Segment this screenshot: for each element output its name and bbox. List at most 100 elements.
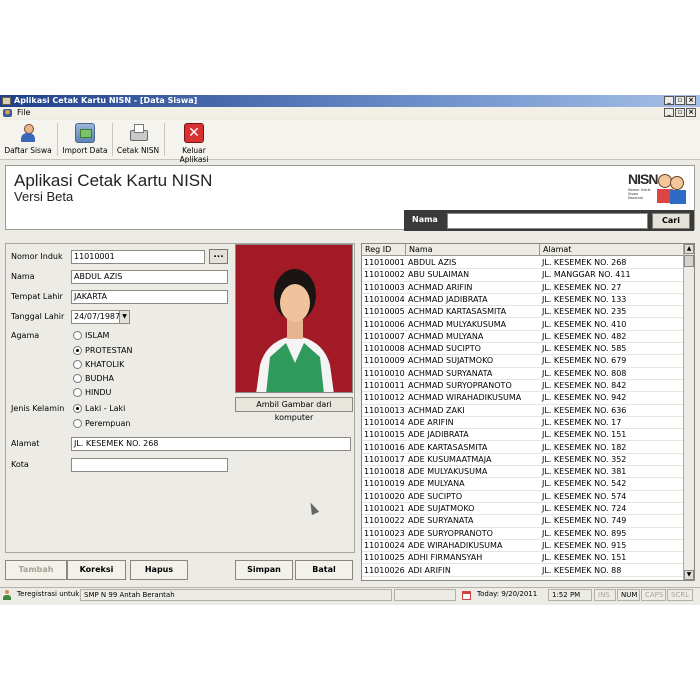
import-data-label: Import Data: [62, 146, 108, 155]
cell-nama: ADE KUSUMAATMAJA: [408, 454, 492, 464]
cell-alamat: JL. KESEMEK NO. 542: [542, 479, 627, 489]
photo-upload-button[interactable]: Ambil Gambar dari komputer: [235, 397, 353, 422]
toolbar: Daftar Siswa Import Data Cetak NISN ✕ Ke…: [0, 120, 700, 164]
child-close-button[interactable]: ×: [686, 108, 696, 117]
cell-alamat: JL. KESEMEK NO. 842: [542, 381, 627, 390]
keluar-aplikasi-button[interactable]: ✕ Keluar Aplikasi: [168, 122, 220, 164]
table-row[interactable]: 11010005 ACHMAD KARTASASMITA JL. KESEMEK N…: [362, 306, 684, 319]
table-row[interactable]: 11010020 ADE SUCIPTO JL. KESEMEK NO. 574: [362, 491, 684, 503]
column-header-alamat[interactable]: Alamat: [540, 244, 684, 256]
table-row[interactable]: 11010013 ACHMAD ZAKI JL. KESEMEK NO. 636: [362, 405, 684, 417]
cell-reg-id: 11010010: [364, 368, 405, 378]
cetak-nisn-label: Cetak NISN: [116, 146, 160, 155]
cell-nama: ACHMAD MULYAKUSUMA: [408, 319, 507, 329]
menu-bar: File _ ▫ ×: [0, 107, 700, 119]
cell-alamat: JL. KESEMEK NO. 574: [542, 491, 627, 501]
menu-file[interactable]: File: [17, 107, 30, 119]
table-row[interactable]: 11010001 ABDUL AZIS JL. KESEMEK NO. 268: [362, 257, 684, 270]
table-row[interactable]: 11010023 ADE SURYOPRANOTO JL. KESEMEK NO. …: [362, 528, 684, 540]
status-bar: Teregistrasi untuk : SMP N 99 Antah Bera…: [0, 587, 700, 601]
agama-label: Agama: [11, 331, 40, 340]
kota-label: Kota: [11, 460, 29, 469]
radio-khatolik[interactable]: KHATOLIK: [73, 360, 124, 369]
radio-perempuan[interactable]: Perempuan: [73, 419, 130, 428]
cell-nama: ACHMAD ZAKI: [408, 405, 465, 415]
table-row[interactable]: 11010002 ABU SULAIMAN JL. MANGGAR NO. 411: [362, 269, 684, 282]
search-button[interactable]: Cari: [652, 213, 690, 229]
table-row[interactable]: 11010009 ACHMAD SUJATMOKO JL. KESEMEK NO. …: [362, 355, 684, 368]
nomor-induk-field[interactable]: 11010001: [71, 250, 205, 264]
cell-alamat: JL. KESEMEK NO. 585: [542, 344, 627, 354]
user-icon: [18, 123, 38, 143]
nama-field[interactable]: ABDUL AZIS: [71, 270, 228, 284]
header-panel: Aplikasi Cetak Kartu NISN Versi Beta NIS…: [5, 165, 695, 231]
cell-nama: ACHMAD WIRAHADIKUSUMA: [408, 393, 522, 403]
cell-nama: ADE ARIFIN: [408, 417, 454, 427]
minimize-button[interactable]: _: [664, 96, 674, 105]
radio-laki-laki[interactable]: Laki - Laki: [73, 404, 125, 413]
window-controls: _ ▫ ×: [664, 96, 696, 105]
chevron-down-icon[interactable]: ▼: [119, 311, 129, 323]
restore-button[interactable]: ▫: [675, 96, 685, 105]
cell-alamat: JL. KESEMEK NO. 151: [542, 553, 627, 563]
child-minimize-button[interactable]: _: [664, 108, 674, 117]
table-row[interactable]: 11010016 ADE KARTASASMITA JL. KESEMEK NO. …: [362, 442, 684, 454]
cell-reg-id: 11010019: [364, 479, 405, 489]
child-restore-button[interactable]: ▫: [675, 108, 685, 117]
table-row[interactable]: 11010006 ACHMAD MULYAKUSUMA JL. KESEMEK NO…: [362, 319, 684, 331]
window-title: Aplikasi Cetak Kartu NISN - [Data Siswa]: [14, 96, 198, 105]
table-row[interactable]: 11010012 ACHMAD WIRAHADIKUSUMA JL. KESEMEK…: [362, 392, 684, 405]
scroll-thumb[interactable]: [684, 255, 694, 267]
hapus-button[interactable]: Hapus: [130, 560, 188, 580]
scroll-up-icon[interactable]: ▲: [684, 244, 694, 254]
close-button[interactable]: ×: [686, 96, 696, 105]
koreksi-button[interactable]: Koreksi: [67, 560, 126, 580]
table-row[interactable]: 11010011 ACHMAD SURYOPRANOTO JL. KESEMEK N…: [362, 380, 684, 393]
table-row[interactable]: 11010026 ADI ARIFIN JL. KESEMEK NO. 88: [362, 565, 684, 577]
cell-alamat: JL. KESEMEK NO. 381: [542, 467, 627, 477]
search-input[interactable]: [447, 213, 648, 229]
simpan-button[interactable]: Simpan: [235, 560, 293, 580]
table-row[interactable]: 11010004 ACHMAD JADIBRATA JL. KESEMEK NO. …: [362, 294, 684, 307]
student-photo: [235, 244, 353, 393]
table-row[interactable]: 11010007 ACHMAD MULYANA JL. KESEMEK NO. 48…: [362, 331, 684, 344]
cell-nama: ACHMAD ARIFIN: [408, 282, 473, 292]
radio-protestan[interactable]: PROTESTAN: [73, 346, 132, 355]
table-row[interactable]: 11010003 ACHMAD ARIFIN JL. KESEMEK NO. 27: [362, 282, 684, 294]
table-row[interactable]: 11010018 ADE MULYAKUSUMA JL. KESEMEK NO. 3…: [362, 466, 684, 479]
cell-nama: ADE SUCIPTO: [408, 491, 463, 501]
cetak-nisn-button[interactable]: Cetak NISN: [116, 122, 160, 158]
cell-reg-id: 11010012: [364, 393, 405, 403]
table-row[interactable]: 11010022 ADE SURYANATA JL. KESEMEK NO. 749: [362, 515, 684, 528]
table-row[interactable]: 11010014 ADE ARIFIN JL. KESEMEK NO. 17: [362, 417, 684, 430]
radio-islam[interactable]: ISLAM: [73, 331, 109, 340]
daftar-siswa-button[interactable]: Daftar Siswa: [4, 122, 52, 158]
table-row[interactable]: 11010015 ADE JADIBRATA JL. KESEMEK NO. 151: [362, 429, 684, 442]
table-row[interactable]: 11010021 ADE SUJATMOKO JL. KESEMEK NO. 724: [362, 503, 684, 516]
table-row[interactable]: 11010024 ADE WIRAHADIKUSUMA JL. KESEMEK NO…: [362, 540, 684, 553]
column-header-nama[interactable]: Nama: [406, 244, 540, 256]
radio-budha[interactable]: BUDHA: [73, 374, 114, 383]
vertical-scrollbar[interactable]: ▲ ▼: [683, 244, 694, 580]
table-row[interactable]: 11010008 ACHMAD SUCIPTO JL. KESEMEK NO. 58…: [362, 343, 684, 356]
tanggal-lahir-label: Tanggal Lahir: [11, 312, 65, 321]
logo-student-icon: [670, 190, 686, 204]
scroll-down-icon[interactable]: ▼: [684, 570, 694, 580]
cell-nama: ADE MULYAKUSUMA: [408, 467, 488, 477]
alamat-field[interactable]: JL. KESEMEK NO. 268: [71, 437, 351, 451]
kota-field[interactable]: [71, 458, 228, 472]
radio-hindu[interactable]: HINDU: [73, 388, 111, 397]
browse-button[interactable]: ...: [209, 249, 228, 264]
batal-button[interactable]: Batal: [295, 560, 353, 580]
table-row[interactable]: 11010010 ACHMAD SURYANATA JL. KESEMEK NO. …: [362, 368, 684, 380]
table-row[interactable]: 11010017 ADE KUSUMAATMAJA JL. KESEMEK NO. …: [362, 454, 684, 467]
tanggal-lahir-field[interactable]: 24/07/1987 ▼: [71, 310, 130, 324]
column-header-reg-id[interactable]: Reg ID: [362, 244, 406, 256]
table-row[interactable]: 11010019 ADE MULYANA JL. KESEMEK NO. 542: [362, 478, 684, 491]
tambah-button[interactable]: Tambah: [5, 560, 67, 580]
child-window-icon[interactable]: [3, 109, 12, 117]
tempat-lahir-field[interactable]: JAKARTA: [71, 290, 228, 304]
cell-alamat: JL. KESEMEK NO. 410: [542, 319, 627, 329]
import-data-button[interactable]: Import Data: [62, 122, 108, 158]
table-row[interactable]: 11010025 ADHI FIRMANSYAH JL. KESEMEK NO. 1…: [362, 552, 684, 565]
